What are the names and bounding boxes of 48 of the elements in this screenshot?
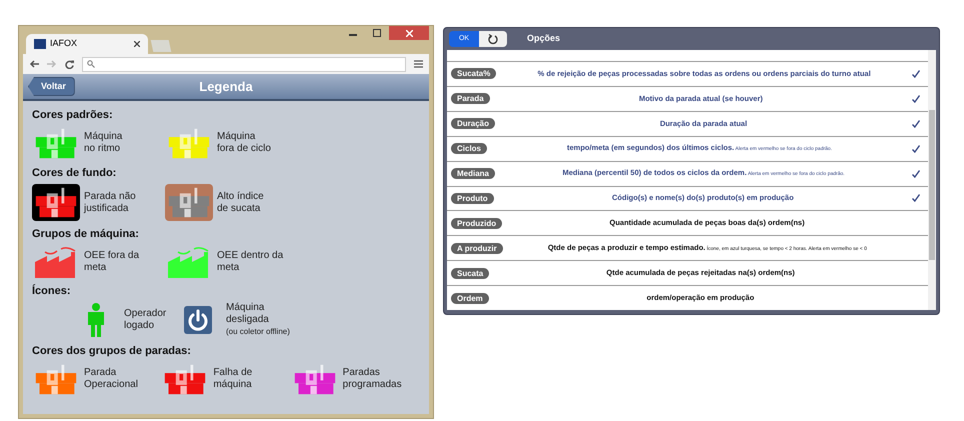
field-tag: Parada [451,93,490,104]
field-tag: Duração [451,118,496,130]
field-tag: Ciclos [451,143,488,154]
search-icon [87,60,95,68]
refresh-icon [488,34,498,44]
legend-label: Alto índice de sucata [217,190,264,214]
legend-label: Operador logado [124,308,166,332]
check-icon [912,170,920,178]
check-icon [912,144,920,153]
section-title: Cores padrões: [32,108,114,123]
legend-label: OEE fora da meta [84,250,140,274]
legend-label: Máquina desligada [226,302,270,326]
address-field[interactable] [82,56,406,72]
field-tag: Sucata [451,268,490,279]
legend-label: Parada não justificada [84,190,136,214]
tab-title: IAFOX [50,37,78,50]
field-tag: Mediana [451,168,496,180]
panel-title: Opções [527,32,560,46]
legend-label: Máquina no ritmo [84,131,122,155]
legend-label: Falha de máquina [213,367,252,391]
back-arrow-icon[interactable] [29,60,39,68]
field-tag: Sucata% [451,68,496,80]
field-tag: A produzir [451,242,503,254]
close-window-icon[interactable] [389,26,429,40]
legend-label: Paradas programadas [342,367,402,391]
check-icon [912,120,920,128]
section-title: Cores dos grupos de paradas: [32,344,192,359]
legend-label: Máquina fora de ciclo [217,131,271,155]
section-title: Cores de fundo: [32,166,118,180]
field-tag: Ordem [451,292,489,304]
browser-tab[interactable]: IAFOX [26,34,148,54]
reload-icon[interactable] [65,60,74,68]
check-icon [912,94,920,103]
check-icon [912,70,920,78]
refresh-button[interactable] [479,31,507,47]
legend-note: (ou coletor offline) [226,326,290,338]
field-tag: Produto [451,192,494,204]
app-icon [34,39,46,49]
back-button[interactable]: Voltar [28,77,75,96]
legend-label: OEE dentro da meta [217,250,284,274]
legend-label: Parada Operacional [84,367,138,391]
page-title: Legenda [199,78,253,96]
check-icon [912,194,920,202]
close-icon[interactable] [134,41,140,47]
menu-icon[interactable] [414,60,423,68]
section-title: Grupos de máquina: [32,227,140,242]
field-tag: Produzido [451,218,502,229]
section-title: Ícones: [32,283,72,298]
